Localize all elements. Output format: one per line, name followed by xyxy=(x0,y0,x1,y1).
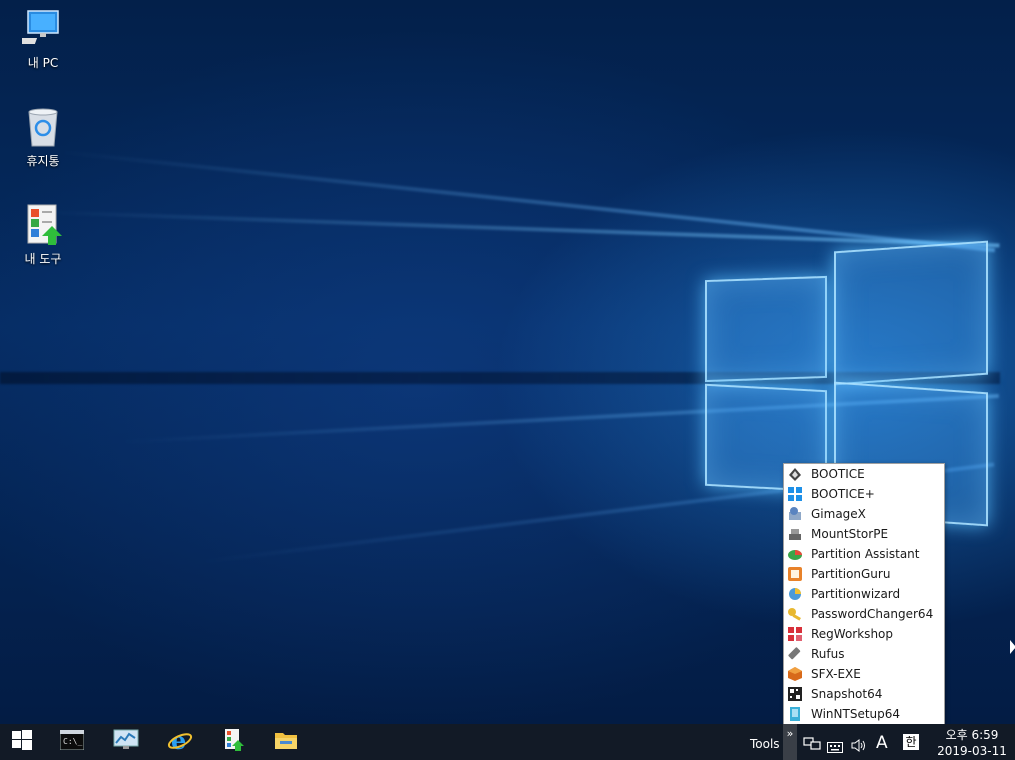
recycle-bin-icon xyxy=(22,106,64,148)
password-changer-icon xyxy=(787,606,803,622)
file-explorer-icon xyxy=(274,730,298,754)
desktop-icon-my-pc[interactable]: 내 PC xyxy=(8,8,78,71)
menu-item-partition-assistant[interactable]: Partition Assistant xyxy=(784,544,944,564)
sfx-exe-icon xyxy=(787,666,803,682)
gimagex-icon xyxy=(787,506,803,522)
menu-item-gimagex[interactable]: GimageX xyxy=(784,504,944,524)
taskbar-file-explorer[interactable] xyxy=(264,724,308,760)
system-monitor-icon xyxy=(113,729,139,755)
pc-icon xyxy=(12,8,64,50)
ime-korean-indicator[interactable]: 한 xyxy=(903,734,919,750)
desktop-icon-label: 내 도구 xyxy=(24,252,62,266)
menu-item-label: BOOTICE xyxy=(811,467,865,481)
menu-item-mountstorpe[interactable]: MountStorPE xyxy=(784,524,944,544)
menu-item-label: MountStorPE xyxy=(811,527,889,541)
snapshot-icon xyxy=(787,686,803,702)
partition-assistant-icon xyxy=(787,546,803,562)
menu-item-bootice[interactable]: BOOTICE xyxy=(784,464,944,484)
svg-text:C:\_: C:\_ xyxy=(63,737,82,746)
tools-icon xyxy=(22,204,64,246)
menu-item-partitionguru[interactable]: PartitionGuru xyxy=(784,564,944,584)
clock-time: 오후 6:59 xyxy=(945,728,999,742)
keyboard-icon[interactable] xyxy=(827,738,843,757)
menu-item-label: PartitionGuru xyxy=(811,567,891,581)
menu-item-label: Partitionwizard xyxy=(811,587,901,601)
chevron-right-icon: » xyxy=(786,727,794,740)
menu-item-label: Rufus xyxy=(811,647,845,661)
menu-item-label: GimageX xyxy=(811,507,866,521)
windows-logo-pane xyxy=(834,240,988,386)
internet-explorer-icon: e xyxy=(167,726,193,756)
start-icon xyxy=(12,730,32,754)
winntsetup-icon xyxy=(787,706,803,722)
wallpaper-beam xyxy=(39,210,1000,248)
windows-logo-pane xyxy=(705,275,827,383)
start-button[interactable] xyxy=(0,724,44,760)
menu-item-label: SFX-EXE xyxy=(811,667,861,681)
taskbar: C:\_ e Tools » A 한 오후 6:59 2019-03-11 xyxy=(0,724,1015,760)
menu-item-label: Partition Assistant xyxy=(811,547,920,561)
menu-item-label: PasswordChanger64 xyxy=(811,607,934,621)
volume-icon[interactable] xyxy=(851,737,867,756)
desktop-icon-label: 휴지통 xyxy=(26,154,60,168)
clock-date: 2019-03-11 xyxy=(937,744,1007,758)
mountstorpe-icon xyxy=(787,526,803,542)
menu-item-passwordchanger64[interactable]: PasswordChanger64 xyxy=(784,604,944,624)
taskbar-my-tools[interactable] xyxy=(212,724,256,760)
taskbar-system-monitor[interactable] xyxy=(104,724,148,760)
desktop-icon-recycle-bin[interactable]: 휴지통 xyxy=(8,106,78,169)
ime-mode-indicator[interactable]: A xyxy=(876,733,888,753)
menu-item-sfx-exe[interactable]: SFX-EXE xyxy=(784,664,944,684)
menu-item-label: RegWorkshop xyxy=(811,627,894,641)
taskbar-internet-explorer[interactable]: e xyxy=(158,724,202,760)
tools-menu: BOOTICE BOOTICE+ GimageX MountStorPE Par… xyxy=(783,463,945,725)
mouse-cursor-icon xyxy=(1010,640,1015,654)
menu-item-partitionwizard[interactable]: Partitionwizard xyxy=(784,584,944,604)
desktop-icon-my-tools[interactable]: 내 도구 xyxy=(8,204,78,267)
bootice-icon xyxy=(787,466,803,482)
menu-item-label: BOOTICE+ xyxy=(811,487,875,501)
menu-item-rufus[interactable]: Rufus xyxy=(784,644,944,664)
menu-item-label: Snapshot64 xyxy=(811,687,883,701)
menu-item-snapshot64[interactable]: Snapshot64 xyxy=(784,684,944,704)
taskbar-clock[interactable]: 오후 6:59 2019-03-11 xyxy=(932,727,1012,759)
tools-icon xyxy=(223,728,245,756)
rufus-icon xyxy=(787,646,803,662)
bootice-plus-icon xyxy=(787,486,803,502)
menu-item-label: WinNTSetup64 xyxy=(811,707,901,721)
menu-item-regworkshop[interactable]: RegWorkshop xyxy=(784,624,944,644)
partitionwizard-icon xyxy=(787,586,803,602)
tools-toolbar-label[interactable]: Tools xyxy=(750,737,780,751)
tools-toolbar-chevron[interactable]: » xyxy=(783,724,797,760)
taskbar-command-prompt[interactable]: C:\_ xyxy=(50,724,94,760)
command-prompt-icon: C:\_ xyxy=(59,729,85,754)
menu-item-bootice-plus[interactable]: BOOTICE+ xyxy=(784,484,944,504)
regworkshop-icon xyxy=(787,626,803,642)
partitionguru-icon xyxy=(787,566,803,582)
desktop-icon-label: 내 PC xyxy=(27,56,59,70)
menu-item-winntsetup64[interactable]: WinNTSetup64 xyxy=(784,704,944,724)
wallpaper-beam xyxy=(59,150,996,253)
network-icon[interactable] xyxy=(803,736,821,755)
